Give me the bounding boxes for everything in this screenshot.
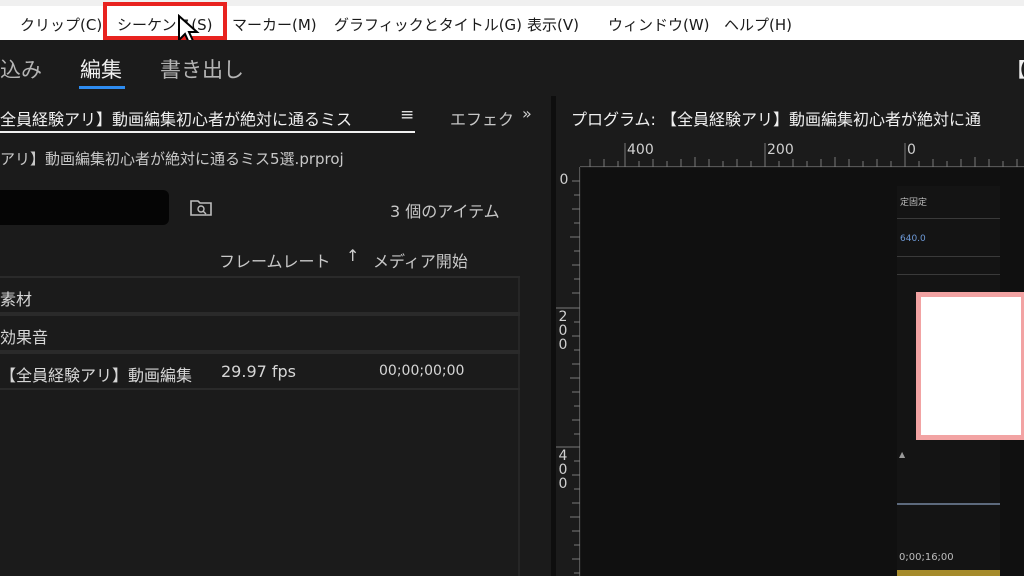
frame-bar [897,503,1000,505]
project-tab[interactable]: 全員経験アリ】動画編集初心者が絶対に通るミス [0,106,395,130]
menu-help[interactable]: ヘルプ(H) [724,14,792,35]
search-input[interactable] [0,190,169,225]
highlight-box [103,2,227,40]
list-item[interactable]: 素材 [0,276,520,314]
menu-view[interactable]: 表示(V) [527,14,579,35]
ruler-label: 200 [558,309,568,353]
ruler-label: 0 [559,172,569,188]
workspace-tab-edit[interactable]: 編集 [80,54,122,84]
frame-divider [897,256,1000,257]
project-filename: アリ】動画編集初心者が絶対に通るミス5選.prproj [0,150,344,168]
new-bin-icon[interactable] [190,197,212,217]
frame-track [897,570,1000,576]
sort-arrow-icon[interactable]: ↑ [346,246,359,265]
workspace-tab-import[interactable]: 込み [0,54,42,84]
list-item[interactable]: 効果音 [0,314,520,352]
ruler-ticks-v [556,180,580,574]
effects-tab[interactable]: エフェクト [450,106,512,130]
ruler-label: 400 [627,142,654,158]
column-header-media-start[interactable]: メディア開始 [373,248,468,272]
frame-timecode: 0;00;16;00 [899,552,954,563]
active-tab-indicator [79,86,125,89]
ruler-label: 400 [558,448,568,492]
project-tab-underline [0,131,415,133]
frame-divider [897,274,1000,275]
frame-white-box [916,292,1024,440]
menu-window[interactable]: ウィンドウ(W) [608,14,710,35]
menu-marker[interactable]: マーカー(M) [232,14,317,35]
item-name: 【全員経験アリ】動画編集 [0,366,193,385]
project-title-partial: 【全 [1006,58,1024,82]
project-item-list: 素材 効果音 【全員経験アリ】動画編集 29.97 fps 00;00;00;0… [0,276,520,576]
ruler-label: 200 [767,142,794,158]
item-count: 3 個のアイテム [390,202,500,221]
workspace-tab-export[interactable]: 書き出し [160,54,244,84]
ruler-label: 0 [907,142,916,158]
vertical-ruler: 0 200 400 [556,167,580,576]
column-header-frame-rate[interactable]: フレームレート [219,248,331,272]
list-item[interactable]: 【全員経験アリ】動画編集 29.97 fps 00;00;00;00 [0,352,520,390]
program-monitor: プログラム: 【全員経験アリ】動画編集初心者が絶対に通 400 200 0 0 … [556,96,1024,576]
item-frame-rate: 29.97 fps [221,362,297,381]
workspace-bar: 込み 編集 書き出し 【全 [0,40,1024,94]
tab-overflow-icon[interactable]: » [522,104,532,123]
frame-value: 640.0 [900,234,926,244]
menu-clip[interactable]: クリップ(C) [20,14,102,35]
project-panel: 全員経験アリ】動画編集初心者が絶対に通るミス ≡ エフェクト » アリ】動画編集… [0,96,551,576]
panel-menu-icon[interactable]: ≡ [400,105,414,125]
item-name: 効果音 [0,328,49,347]
horizontal-ruler: 400 200 0 [580,141,1024,167]
frame-divider [897,218,1000,219]
frame-label: 定固定 [900,198,928,208]
triangle-icon: ▲ [899,450,906,459]
item-media-start: 00;00;00;00 [379,363,465,379]
menu-graphics-titles[interactable]: グラフィックとタイトル(G) [334,14,522,35]
program-monitor-title[interactable]: プログラム: 【全員経験アリ】動画編集初心者が絶対に通 [571,106,1024,130]
item-name: 素材 [0,290,33,309]
